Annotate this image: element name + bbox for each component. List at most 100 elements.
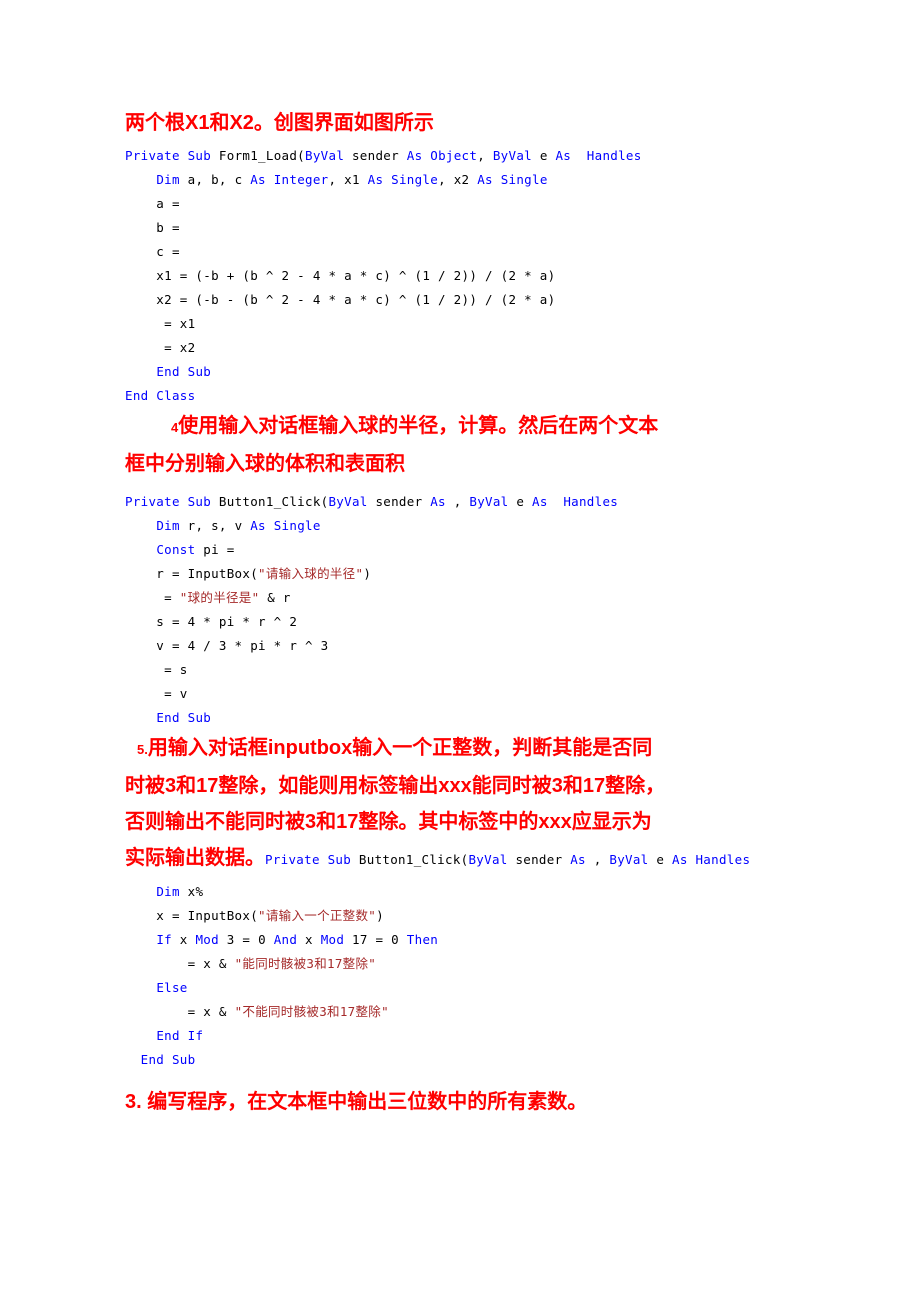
code-span: ByVal [305, 148, 352, 163]
section-3-heading-text-4: 实际输出数据。 [125, 847, 265, 869]
code-span: ByVal [328, 494, 376, 509]
code-span: Then [406, 932, 439, 947]
code-span: 3 = 0 [226, 932, 274, 947]
code-line: Dim x% [125, 880, 795, 904]
code-span: x% [187, 884, 204, 899]
code-span: x2 = (-b - (b ^ 2 - 4 * a * c) ^ (1 / 2)… [125, 292, 556, 307]
code-span: a = [125, 196, 188, 211]
code-span: As Object [406, 148, 478, 163]
code-span: As [555, 148, 579, 163]
code-span: ByVal [492, 148, 540, 163]
code-span [125, 980, 156, 995]
code-span: ) [376, 908, 384, 923]
code-line: Private Sub Button1_Click(ByVal sender A… [125, 490, 795, 514]
code-span: x = InputBox( [125, 908, 259, 923]
code-span: r, s, v [187, 518, 251, 533]
code-span: = s [125, 662, 188, 677]
section-2-heading-text-1: 使用输入对话框输入球的半径，计算。然后在两个文本 [178, 415, 659, 437]
code-line: Dim a, b, c As Integer, x1 As Single, x2… [125, 168, 795, 192]
code-span: ByVal [609, 852, 657, 867]
code-span: , x1 [328, 172, 368, 187]
code-span: If [156, 932, 180, 947]
code-span: = x & [125, 956, 235, 971]
code-span [125, 518, 156, 533]
code-span: x1 = (-b + (b ^ 2 - 4 * a * c) ^ (1 / 2)… [125, 268, 556, 283]
code-span: Handles [695, 852, 751, 867]
section-3-code-block: Dim x% x = InputBox("请输入一个正整数") If x Mod… [125, 880, 795, 1072]
code-line: End If [125, 1024, 795, 1048]
code-line: Dim r, s, v As Single [125, 514, 795, 538]
section-3-heading-line-1: 5.用输入对话框inputbox输入一个正整数，判断其能是否同 [125, 730, 795, 768]
code-span: "请输入一个正整数" [258, 908, 377, 923]
section-1-code-block: Private Sub Form1_Load(ByVal sender As O… [125, 144, 795, 408]
code-span: As Single [367, 172, 439, 187]
code-line: = x2 [125, 336, 795, 360]
code-span: , [477, 148, 493, 163]
code-span: Form1_Load( [218, 148, 306, 163]
code-span: Else [156, 980, 188, 995]
code-span [125, 932, 156, 947]
code-span: sender [515, 852, 571, 867]
code-span: Private Sub [125, 148, 219, 163]
code-span: sender [375, 494, 431, 509]
section-3-heading-line-3: 否则输出不能同时被3和17整除。其中标签中的xxx应显示为 [125, 811, 652, 833]
document-page: 两个根X1和X2。创图界面如图所示 Private Sub Form1_Load… [0, 0, 920, 1302]
code-span: Const [156, 542, 204, 557]
code-span: As Single [477, 172, 548, 187]
code-span: e [656, 852, 672, 867]
code-span: c = [125, 244, 188, 259]
code-span: , [593, 852, 610, 867]
code-span: As [430, 494, 454, 509]
section-4-heading: 3. 编写程序，在文本框中输出三位数中的所有素数。 [125, 1091, 588, 1113]
code-line: If x Mod 3 = 0 And x Mod 17 = 0 Then [125, 928, 795, 952]
code-line: b = [125, 216, 795, 240]
code-line: r = InputBox("请输入球的半径") [125, 562, 795, 586]
code-span: Handles [563, 494, 619, 509]
code-span: "能同时骸被3和17整除" [234, 956, 377, 971]
code-line: = v [125, 682, 795, 706]
section-3-heading-line-4: 实际输出数据。Private Sub Button1_Click(ByVal s… [125, 840, 795, 878]
code-line: v = 4 / 3 * pi * r ^ 3 [125, 634, 795, 658]
code-span: Handles [586, 148, 642, 163]
code-span: = x2 [125, 340, 196, 355]
code-line: Private Sub Form1_Load(ByVal sender As O… [125, 144, 795, 168]
section-2-heading-line-1: 4使用输入对话框输入球的半径，计算。然后在两个文本 [125, 408, 795, 446]
code-line: Const pi = [125, 538, 795, 562]
code-span: As [532, 494, 556, 509]
code-span: sender [351, 148, 407, 163]
code-span: As [570, 852, 594, 867]
code-span: , [453, 494, 470, 509]
code-span: = v [125, 686, 188, 701]
code-span: = x & [125, 1004, 235, 1019]
code-span: 17 = 0 [352, 932, 407, 947]
code-line: = x & "能同时骸被3和17整除" [125, 952, 795, 976]
code-span: ByVal [469, 494, 517, 509]
code-span [125, 710, 156, 725]
code-line: End Sub [125, 1048, 795, 1072]
code-span: e [516, 494, 532, 509]
code-span [125, 1028, 156, 1043]
code-span [125, 1052, 141, 1067]
code-line: s = 4 * pi * r ^ 2 [125, 610, 795, 634]
code-span: Dim [156, 884, 188, 899]
code-span: x [305, 932, 321, 947]
code-span: As Single [250, 518, 321, 533]
code-line: End Sub [125, 360, 795, 384]
code-line: a = [125, 192, 795, 216]
code-span: r = InputBox( [125, 566, 259, 581]
code-span: Private Sub [125, 494, 219, 509]
code-span: Mod [195, 932, 227, 947]
code-line: x = InputBox("请输入一个正整数") [125, 904, 795, 928]
code-span: And [273, 932, 306, 947]
section-3-heading-number: 5. [137, 742, 148, 757]
code-line: x1 = (-b + (b ^ 2 - 4 * a * c) ^ (1 / 2)… [125, 264, 795, 288]
code-span: Button1_Click( [218, 494, 329, 509]
code-span: End If [156, 1028, 204, 1043]
code-span: As [672, 852, 696, 867]
code-span [125, 884, 156, 899]
code-span: e [539, 148, 556, 163]
code-span [125, 364, 156, 379]
code-span: As Integer [250, 172, 329, 187]
code-line: = x & "不能同时骸被3和17整除" [125, 1000, 795, 1024]
code-span [579, 148, 587, 163]
